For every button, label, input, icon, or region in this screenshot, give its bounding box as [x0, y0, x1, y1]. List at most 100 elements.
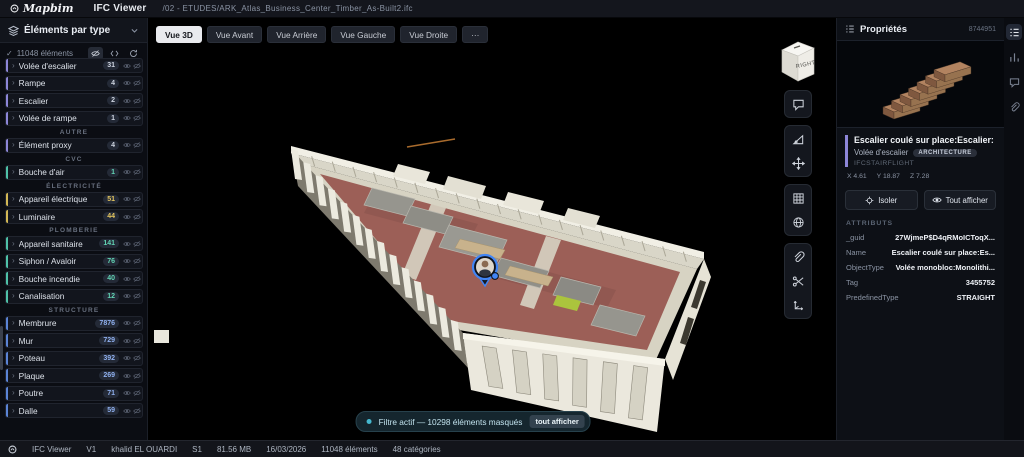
eye-icon[interactable]: [122, 354, 132, 362]
eye-off-icon[interactable]: [132, 319, 142, 327]
3d-viewport[interactable]: Vue 3D Vue Avant Vue Arrière Vue Gauche Vue …: [148, 18, 836, 440]
elements-panel-header[interactable]: Éléments par type: [0, 18, 147, 43]
eye-off-icon[interactable]: [132, 62, 142, 70]
element-type-row[interactable]: › Luminaire 44: [5, 209, 143, 224]
element-type-row[interactable]: › Rampe 4: [5, 75, 143, 91]
building-model-canvas[interactable]: [148, 18, 836, 440]
grid-tool-button[interactable]: [786, 186, 810, 210]
eye-icon[interactable]: [122, 114, 132, 122]
chevron-right-icon: ›: [12, 405, 15, 415]
element-type-row[interactable]: › Plaque 269: [5, 368, 143, 383]
measure-tool-button[interactable]: [786, 127, 810, 151]
eye-off-icon[interactable]: [132, 213, 142, 221]
eye-icon[interactable]: [122, 389, 132, 397]
eye-off-icon[interactable]: [132, 337, 142, 345]
element-count-badge: 1: [107, 113, 119, 123]
chevron-right-icon: ›: [12, 238, 15, 248]
pan-tool-button[interactable]: [786, 151, 810, 175]
chevron-right-icon: ›: [12, 291, 15, 300]
isolate-button[interactable]: Isoler: [845, 190, 918, 210]
sidebar-scrollbar[interactable]: [0, 326, 3, 370]
tab-quantities[interactable]: [1006, 49, 1022, 65]
attach-tool-button[interactable]: [786, 245, 810, 269]
grid-icon: [792, 192, 804, 204]
status-item: khalid EL OUARDI: [111, 444, 178, 454]
element-type-label: Dalle: [18, 405, 38, 416]
eye-icon[interactable]: [122, 195, 132, 203]
element-type-row[interactable]: › Appareil sanitaire 141: [5, 236, 143, 251]
eye-icon[interactable]: [122, 213, 132, 221]
eye-off-icon[interactable]: [132, 372, 142, 380]
element-type-row[interactable]: › Bouche incendie 40: [5, 271, 143, 286]
view-button[interactable]: Vue 3D: [156, 26, 202, 43]
eye-off-icon[interactable]: [132, 240, 142, 248]
properties-panel: Propriétés 8744951 Escalier coulé sur pl…: [836, 18, 1004, 440]
globe-tool-button[interactable]: [786, 210, 810, 234]
attribute-key: Tag: [846, 278, 859, 287]
show-all-elements-button[interactable]: Tout afficher: [923, 190, 996, 210]
tab-properties[interactable]: [1006, 24, 1022, 40]
element-type-row[interactable]: › Canalisation 12: [5, 288, 143, 304]
eye-off-icon[interactable]: [132, 354, 142, 362]
view-cube[interactable]: RIGHT: [776, 38, 818, 86]
eye-off-icon[interactable]: [132, 275, 142, 283]
element-type-row[interactable]: › Appareil électrique 51: [5, 191, 143, 207]
show-all-button[interactable]: tout afficher: [529, 415, 585, 428]
eye-icon[interactable]: [122, 372, 132, 380]
eye-icon[interactable]: [122, 337, 132, 345]
eye-icon[interactable]: [122, 141, 132, 149]
view-button[interactable]: Vue Droite: [400, 26, 458, 43]
eye-off-icon[interactable]: [132, 141, 142, 149]
eye-icon[interactable]: [122, 407, 132, 415]
element-type-row[interactable]: › Poteau 392: [5, 350, 143, 366]
status-item: V1: [86, 444, 97, 454]
category-color-bar: [6, 76, 8, 90]
element-type-row[interactable]: › Volée de rampe 1: [5, 110, 143, 126]
eye-off-icon[interactable]: [132, 389, 142, 397]
eye-icon[interactable]: [122, 79, 132, 87]
element-type-row[interactable]: › Escalier 2: [5, 93, 143, 108]
section-cut-tool-button[interactable]: [786, 269, 810, 293]
element-type-row[interactable]: › Membrure 7876: [5, 315, 143, 331]
element-type-label: Volée de rampe: [18, 113, 77, 123]
element-type-row[interactable]: › Bouche d'air 1: [5, 164, 143, 180]
element-type-row[interactable]: › Siphon / Avaloir 76: [5, 253, 143, 269]
object-preview[interactable]: [837, 41, 1004, 128]
eye-off-icon[interactable]: [132, 168, 142, 176]
view-button[interactable]: Vue Avant: [206, 26, 263, 43]
category-badge: ARCHITECTURE: [913, 148, 977, 157]
eye-off-icon[interactable]: [132, 79, 142, 87]
view-button[interactable]: ···: [462, 26, 489, 43]
view-button[interactable]: Vue Gauche: [331, 26, 396, 43]
properties-title: Propriétés: [860, 23, 907, 35]
element-type-row[interactable]: › Élément proxy 4: [5, 137, 143, 153]
eye-off-icon[interactable]: [132, 114, 142, 122]
element-type-row[interactable]: › Poutre 71: [5, 385, 143, 401]
eye-off-icon[interactable]: [132, 257, 142, 265]
eye-icon[interactable]: [122, 319, 132, 327]
status-item: 48 catégories: [392, 444, 441, 454]
tab-comments[interactable]: [1006, 74, 1022, 90]
eye-icon[interactable]: [122, 257, 132, 265]
eye-icon[interactable]: [122, 292, 132, 300]
eye-icon[interactable]: [122, 62, 132, 70]
axes-icon: [793, 300, 803, 310]
view-button[interactable]: Vue Arrière: [267, 26, 327, 43]
element-type-row[interactable]: › Volée d'escalier 31: [5, 58, 143, 73]
eye-off-icon[interactable]: [132, 195, 142, 203]
comment-tool-button[interactable]: [786, 92, 810, 116]
element-type-row[interactable]: › Mur 729: [5, 333, 143, 348]
element-type-row[interactable]: › Dalle 59: [5, 403, 143, 418]
eye-off-icon[interactable]: [132, 97, 142, 105]
axes-tool-button[interactable]: [786, 293, 810, 317]
eye-icon[interactable]: [122, 97, 132, 105]
elements-list: › Volée d'escalier 31 › Rampe 4 › Escalier 2 › Vol…: [0, 58, 147, 418]
eye-off-icon[interactable]: [132, 407, 142, 415]
eye-off-icon[interactable]: [132, 292, 142, 300]
eye-icon[interactable]: [122, 240, 132, 248]
logo-icon: [10, 4, 19, 13]
eye-icon[interactable]: [122, 275, 132, 283]
chevron-down-icon[interactable]: [130, 26, 139, 35]
tab-attachments[interactable]: [1006, 99, 1022, 115]
eye-icon[interactable]: [122, 168, 132, 176]
